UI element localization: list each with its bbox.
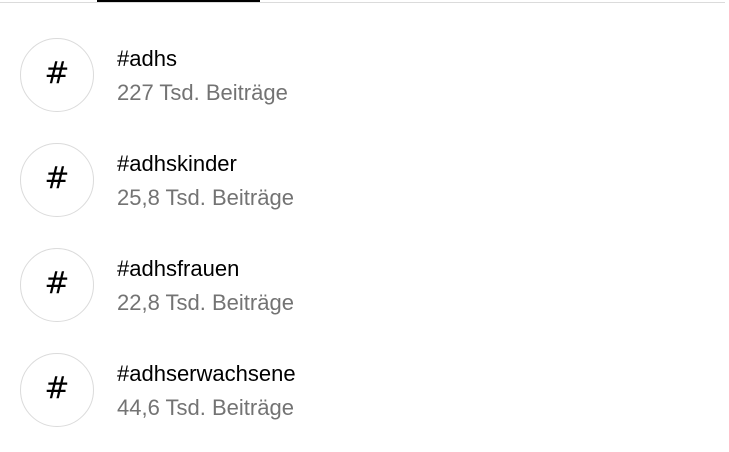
hashtag-search-results-page: # #adhs 227 Tsd. Beiträge # #adhskinder … xyxy=(0,0,729,452)
hashtag-icon: # xyxy=(20,248,94,322)
hashtag-icon: # xyxy=(20,38,94,112)
post-count: 25,8 Tsd. Beiträge xyxy=(117,185,294,210)
hashtag-symbol: # xyxy=(44,371,70,406)
tabs-bar xyxy=(0,0,725,3)
hashtag-icon: # xyxy=(20,143,94,217)
post-count: 22,8 Tsd. Beiträge xyxy=(117,290,294,315)
hashtag-result-item[interactable]: # #adhs 227 Tsd. Beiträge xyxy=(0,38,729,143)
hashtag-symbol: # xyxy=(44,161,70,196)
hashtag-name: #adhsfrauen xyxy=(117,256,240,281)
hashtag-name: #adhserwachsene xyxy=(117,361,296,386)
active-tab-indicator xyxy=(97,0,260,2)
post-count: 44,6 Tsd. Beiträge xyxy=(117,395,294,420)
hashtag-result-item[interactable]: # #adhsfrauen 22,8 Tsd. Beiträge xyxy=(0,248,729,353)
hashtag-result-item[interactable]: # #adhskinder 25,8 Tsd. Beiträge xyxy=(0,143,729,248)
hashtag-result-item[interactable]: # #adhserwachsene 44,6 Tsd. Beiträge xyxy=(0,353,729,452)
post-count: 227 Tsd. Beiträge xyxy=(117,80,288,105)
hashtag-icon: # xyxy=(20,353,94,427)
hashtag-symbol: # xyxy=(44,266,70,301)
hashtag-symbol: # xyxy=(44,56,70,91)
hashtag-name: #adhskinder xyxy=(117,151,237,176)
hashtag-name: #adhs xyxy=(117,46,177,71)
